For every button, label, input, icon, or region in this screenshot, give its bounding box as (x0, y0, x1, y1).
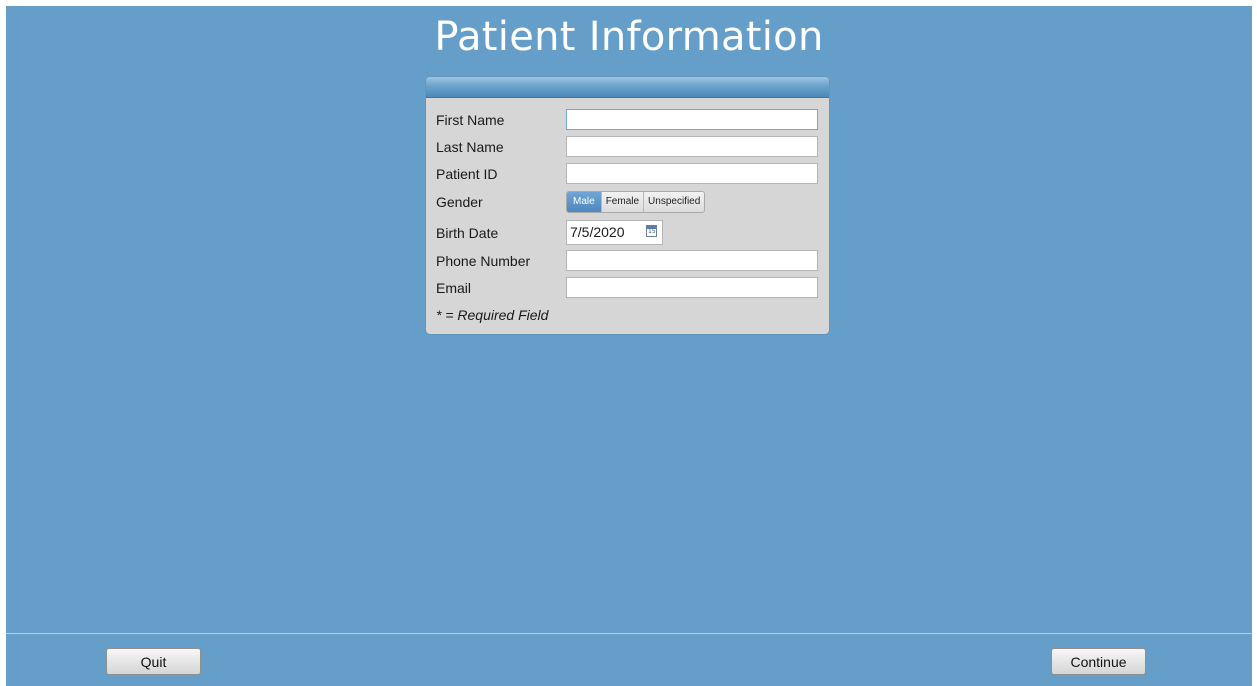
patient-information-screen: Patient Information First Name Last Name… (6, 6, 1252, 686)
first-name-input[interactable] (566, 109, 818, 130)
first-name-label: First Name (436, 112, 505, 128)
gender-option-female[interactable]: Female (602, 192, 645, 212)
last-name-label: Last Name (436, 139, 504, 155)
phone-number-row: Phone Number (436, 250, 819, 272)
email-input[interactable] (566, 277, 818, 298)
first-name-row: First Name (436, 109, 819, 131)
panel-header (426, 77, 829, 98)
patient-form-panel: First Name Last Name Patient ID Gender M… (426, 77, 829, 334)
gender-row: Gender Male Female Unspecified (436, 191, 819, 213)
page-title: Patient Information (434, 14, 824, 60)
email-label: Email (436, 280, 472, 296)
birth-date-value[interactable]: 7/5/2020 (570, 224, 625, 240)
patient-id-row: Patient ID (436, 163, 819, 185)
last-name-row: Last Name (436, 136, 819, 158)
continue-button[interactable]: Continue (1051, 648, 1146, 675)
phone-number-input[interactable] (566, 250, 818, 271)
phone-number-label: Phone Number (436, 253, 531, 269)
birth-date-picker[interactable]: 7/5/2020 (566, 220, 663, 245)
gender-segmented-control: Male Female Unspecified (566, 191, 706, 213)
birth-date-label: Birth Date (436, 225, 499, 241)
patient-id-label: Patient ID (436, 166, 498, 182)
gender-option-male[interactable]: Male (567, 192, 602, 212)
last-name-input[interactable] (566, 136, 818, 157)
gender-label: Gender (436, 194, 483, 210)
patient-id-input[interactable] (566, 163, 818, 184)
quit-button[interactable]: Quit (106, 648, 201, 675)
email-row: Email (436, 277, 819, 299)
footer-divider (6, 633, 1252, 634)
required-field-note: * = Required Field (436, 307, 549, 323)
calendar-icon[interactable] (646, 225, 657, 237)
birth-date-row: Birth Date 7/5/2020 (436, 220, 819, 245)
gender-option-unspecified[interactable]: Unspecified (644, 192, 704, 212)
